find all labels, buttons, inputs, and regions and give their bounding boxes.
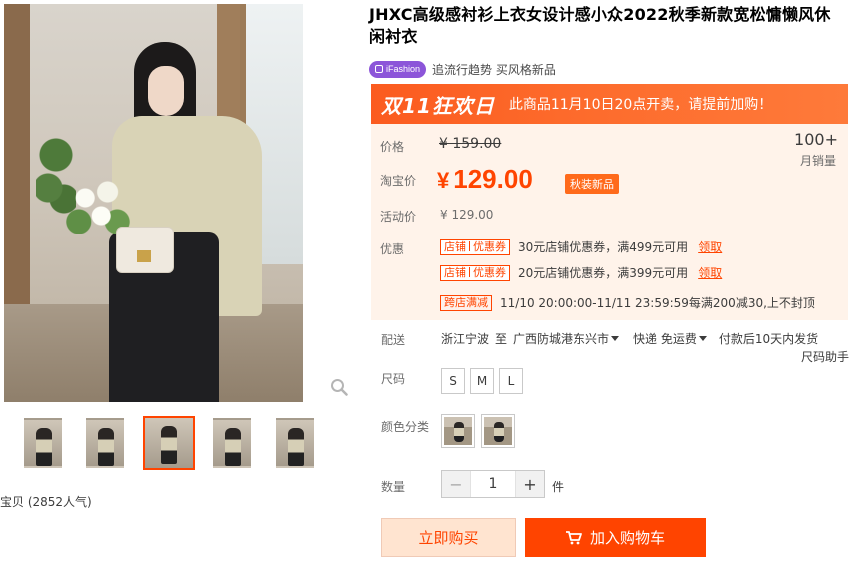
color-option-2[interactable]: [481, 414, 515, 448]
model-bag: [116, 227, 174, 273]
price-panel: 价格 ¥ 159.00 100+ 月销量 淘宝价 ¥129.00 秋装新品 活动…: [371, 124, 848, 320]
photo-flowers: [66, 174, 130, 234]
promo-message: 此商品11月10日20点开卖，请提前加购！: [508, 97, 773, 113]
store-coupon-tag: 店铺 优惠券: [440, 238, 510, 255]
activity-price: ¥ 129.00: [440, 208, 494, 222]
monthly-sales-label: 月销量: [799, 154, 836, 168]
size-helper-link[interactable]: 尺码助手: [801, 348, 849, 365]
size-option-s[interactable]: S: [441, 368, 465, 394]
size-option-l[interactable]: L: [499, 368, 523, 394]
coupon-text: 30元店铺优惠券，满499元可用: [518, 240, 689, 254]
quantity-decrease-button[interactable]: −: [442, 471, 470, 497]
model-face: [148, 66, 184, 116]
currency-symbol: ¥: [437, 168, 450, 193]
destination-select[interactable]: 广西防城港东兴市: [513, 330, 620, 347]
cross-store-tag: 跨店满减: [440, 294, 492, 311]
claim-coupon-link[interactable]: 领取: [698, 264, 722, 281]
ifashion-badge[interactable]: iFashion: [369, 60, 427, 78]
store-coupon-tag: 店铺 优惠券: [440, 264, 510, 281]
double11-logo: 双11狂欢日: [381, 93, 495, 118]
quantity-unit: 件: [552, 480, 565, 494]
ship-from: 浙江宁波: [441, 332, 490, 346]
chevron-down-icon: [698, 336, 707, 341]
thumbnail-1[interactable]: [24, 418, 62, 468]
price-label: 价格: [380, 140, 405, 154]
product-page: 宝贝 (2852人气) JHXC高级感衬衫上衣女设计感小众2022秋季新款宽松慵…: [0, 0, 850, 564]
buy-now-button[interactable]: 立即购买: [381, 518, 516, 557]
coupon-row-1: 店铺 优惠券 30元店铺优惠券，满499元可用 领取: [440, 238, 722, 255]
quantity-increase-button[interactable]: +: [516, 471, 544, 497]
discount-label: 优惠: [380, 242, 405, 256]
activity-price-label: 活动价: [380, 210, 417, 224]
original-price: ¥ 159.00: [439, 136, 502, 152]
delivery-info: 浙江宁波 至 广西防城港东兴市 快递 免运费 付款后10天内发货: [441, 330, 818, 347]
cross-store-row: 跨店满减 11/10 20:00:00-11/11 23:59:59每满200减…: [440, 294, 815, 311]
brand-line: iFashion 追流行趋势 买风格新品: [369, 60, 556, 78]
quantity-input[interactable]: 1: [470, 471, 516, 497]
ship-to-word: 至: [495, 332, 508, 346]
color-label: 颜色分类: [381, 420, 430, 434]
chevron-down-icon: [611, 336, 620, 341]
size-label: 尺码: [381, 372, 406, 386]
delivery-label: 配送: [381, 333, 406, 347]
coupon-text: 20元店铺优惠券，满399元可用: [518, 266, 689, 280]
product-title: JHXC高级感衬衫上衣女设计感小众2022秋季新款宽松慵懒风休闲衬衣: [369, 5, 831, 46]
add-to-cart-label: 加入购物车: [589, 529, 665, 547]
coupon-row-2: 店铺 优惠券 20元店铺优惠券，满399元可用 领取: [440, 264, 722, 281]
add-to-cart-button[interactable]: 加入购物车: [525, 518, 706, 557]
thumbnail-4[interactable]: [213, 418, 251, 468]
cart-icon: [565, 530, 582, 544]
color-option-1[interactable]: [441, 414, 475, 448]
claim-coupon-link[interactable]: 领取: [698, 238, 722, 255]
quantity-stepper: − 1 +: [441, 470, 545, 498]
brand-slogan: 追流行趋势 买风格新品: [432, 62, 556, 77]
thumbnail-5[interactable]: [276, 418, 314, 468]
cross-store-text: 11/10 20:00:00-11/11 23:59:59每满200减30,上不…: [500, 296, 815, 310]
new-arrival-tag: 秋装新品: [565, 174, 619, 194]
thumbnail-3-selected[interactable]: [143, 416, 195, 470]
double11-banner: 双11狂欢日 此商品11月10日20点开卖，请提前加购！: [371, 84, 848, 124]
thumbnail-2[interactable]: [86, 418, 124, 468]
thumbnail-strip: [0, 414, 330, 474]
popularity-text: 宝贝 (2852人气): [0, 495, 92, 509]
monthly-sales-count: 100+: [794, 130, 838, 149]
ship-promise: 付款后10天内发货: [718, 332, 819, 346]
size-option-m[interactable]: M: [470, 368, 494, 394]
current-price: ¥129.00: [437, 164, 533, 195]
ifashion-icon: [375, 65, 383, 73]
ifashion-badge-label: iFashion: [386, 64, 421, 74]
zoom-icon[interactable]: [330, 378, 348, 396]
shipping-select[interactable]: 快递 免运费: [633, 330, 707, 347]
main-product-image[interactable]: [4, 4, 303, 402]
taobao-price-label: 淘宝价: [380, 174, 417, 188]
quantity-label: 数量: [381, 480, 406, 494]
current-price-value: 129.00: [453, 164, 533, 194]
